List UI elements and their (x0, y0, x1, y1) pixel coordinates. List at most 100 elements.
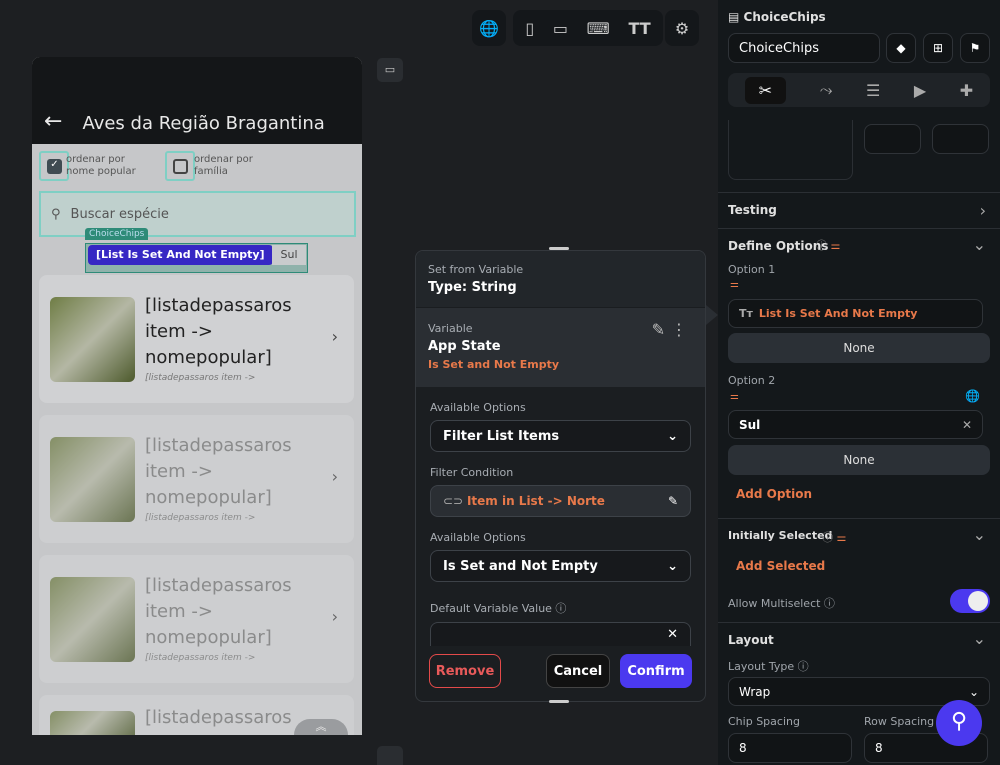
checkbox-family-label: ordenar por família (194, 154, 253, 177)
alignment-grid[interactable] (728, 120, 853, 180)
allow-multiselect-label: Allow Multiselect ⓘ (728, 597, 835, 610)
tab-play-icon[interactable]: ▶ (914, 81, 926, 100)
toggle-icon: ⊂⊃ (443, 494, 464, 508)
chevron-down-icon: ⌄ (667, 428, 678, 444)
widget-name-input[interactable]: ChoiceChips (728, 33, 880, 63)
canvas-bottom-button[interactable] (377, 746, 403, 765)
padding-input[interactable] (864, 124, 921, 154)
device-toolbar: ▯ ▭ ⌨ TT (513, 10, 663, 46)
option1-none-button[interactable]: None (728, 333, 990, 363)
list-item[interactable]: [listadepassaros item -> nomepopular] [li… (39, 415, 354, 543)
clear-icon[interactable]: ✕ (667, 627, 678, 642)
cancel-button[interactable]: Cancel (546, 654, 610, 688)
phone-preview: ← Aves da Região Bragantina ✓ ordenar po… (32, 57, 362, 735)
chevron-right-icon: › (331, 467, 338, 486)
checkbox-popular-label: ordenar por nome popular (66, 154, 136, 177)
bird-image (50, 711, 135, 735)
back-arrow-icon[interactable]: ← (44, 109, 62, 134)
chevron-right-icon: › (331, 327, 338, 346)
add-component-icon[interactable]: ⊞ (923, 33, 953, 63)
tablet-icon[interactable]: ▭ (553, 19, 568, 38)
panel-tabs: ✂ ⤳ ☰ ▶ ✚ (728, 73, 990, 107)
variable-source: App State (428, 339, 501, 354)
chips-icon: ▤ (728, 10, 740, 24)
initially-selected-header: Initially Selected (728, 529, 833, 542)
multiselect-toggle[interactable] (950, 589, 990, 613)
testing-section[interactable]: Testing › (718, 192, 1000, 228)
item-title: [listadepassaros item -> nomepopular] (145, 295, 292, 368)
info-icon: ⓘ ⚌ (816, 239, 841, 252)
info-icon: ⓘ ⚌ (822, 531, 847, 544)
default-value-input[interactable]: ✕ (430, 622, 691, 646)
option1-settings-icon[interactable]: ⚌ (730, 279, 739, 290)
tab-docs-icon[interactable]: ✚ (960, 81, 973, 100)
edit-icon[interactable]: ✎ (652, 320, 665, 339)
edit-icon[interactable]: ✎ (668, 494, 678, 508)
confirm-button[interactable]: Confirm (620, 654, 692, 688)
bird-image (50, 437, 135, 522)
search-icon: ⚲ (950, 709, 968, 734)
properties-panel: ▤ ChoiceChips ChoiceChips ◆ ⊞ ⚑ ✂ ⤳ ☰ ▶ ✚ Te… (718, 0, 1000, 765)
option1-label: Option 1 (728, 263, 776, 276)
search-placeholder: Buscar espécie (70, 206, 169, 222)
remove-button[interactable]: Remove (429, 654, 501, 688)
initially-selected-section: Initially Selected ⓘ ⚌ ⌄ Add Selected Al… (718, 518, 1000, 622)
available-options-label: Available Options (430, 401, 526, 414)
widget-tag: ChoiceChips (85, 228, 149, 240)
chevron-right-icon: › (331, 607, 338, 626)
item-title: [listadepassaros item -> nomepopular] (145, 575, 292, 648)
chevron-down-icon[interactable]: ⌄ (973, 235, 986, 254)
selected-value: Is Set and Not Empty (443, 558, 598, 574)
checkbox-popular[interactable]: ✓ (39, 151, 69, 181)
option1-input[interactable]: Tт List Is Set And Not Empty (728, 299, 983, 328)
clear-icon[interactable]: ✕ (962, 418, 972, 432)
tree-icon: ⚙ (674, 18, 690, 38)
search-help-button[interactable]: ⚲ (936, 700, 982, 746)
phone-icon[interactable]: ▯ (525, 19, 534, 38)
globe-icon[interactable]: 🌐 (965, 389, 980, 403)
page-title: Aves da Região Bragantina (82, 113, 325, 134)
globe-icon: 🌐 (479, 18, 499, 38)
option2-none-button[interactable]: None (728, 445, 990, 475)
double-chevron-up-icon: ︽ (315, 720, 327, 733)
chip-sul[interactable]: Sul (272, 245, 306, 265)
add-selected-button[interactable]: Add Selected (736, 559, 825, 573)
item-subtitle: [listadepassaros item -> (145, 513, 256, 523)
available-options-select[interactable]: Filter List Items ⌄ (430, 420, 691, 452)
gem-icon[interactable]: ◆ (886, 33, 916, 63)
canvas-toggle-button[interactable]: ▭ (377, 58, 403, 82)
list-item[interactable]: [listadepassaros item -> nomepopular] [li… (39, 275, 354, 403)
styles-icon[interactable]: ⚑ (960, 33, 990, 63)
chip-selected[interactable]: [List Is Set And Not Empty] (88, 245, 273, 265)
chevron-down-icon[interactable]: ⌄ (973, 525, 986, 544)
available-options-select-2[interactable]: Is Set and Not Empty ⌄ (430, 550, 691, 582)
widget-tree-button[interactable]: ⚙ (665, 10, 699, 46)
layout-header: Layout (728, 633, 774, 647)
option2-settings-icon[interactable]: ⚌ (730, 391, 739, 402)
checkbox-family[interactable] (165, 151, 195, 181)
tab-actions-icon[interactable]: ⤳ (820, 80, 833, 100)
padding-input-2[interactable] (932, 124, 989, 154)
filter-condition-label: Filter Condition (430, 466, 514, 479)
variable-popup: Set from Variable Type: String Variable A… (415, 250, 706, 702)
add-option-button[interactable]: Add Option (736, 487, 812, 501)
more-vert-icon[interactable]: ⋮ (671, 320, 687, 339)
item-subtitle: [listadepassaros item -> (145, 653, 256, 663)
scroll-top-button[interactable]: ︽ (294, 719, 348, 735)
choice-chips[interactable]: [List Is Set And Not Empty] Sul (85, 243, 308, 273)
filter-value: Item in List -> Norte (466, 494, 605, 508)
default-value-label: Default Variable Value ⓘ (430, 602, 567, 615)
widget-type-header: ▤ ChoiceChips (728, 10, 826, 24)
tab-properties-icon[interactable]: ✂ (744, 76, 787, 104)
language-button[interactable]: 🌐 (472, 10, 506, 46)
option2-input[interactable]: Sul ✕ (728, 410, 983, 439)
filter-condition-field[interactable]: ⊂⊃ Item in List -> Norte ✎ (430, 485, 691, 517)
chip-spacing-input[interactable]: 8 (728, 733, 852, 763)
keyboard-icon[interactable]: ⌨ (587, 19, 610, 38)
list-item[interactable]: [listadepassaros item -> nomepopular] [li… (39, 555, 354, 683)
text-size-icon[interactable]: TT (628, 19, 650, 38)
chevron-down-icon[interactable]: ⌄ (973, 629, 986, 648)
tab-backend-icon[interactable]: ☰ (866, 81, 880, 100)
text-type-icon: Tт (739, 307, 753, 320)
bird-image (50, 577, 135, 662)
